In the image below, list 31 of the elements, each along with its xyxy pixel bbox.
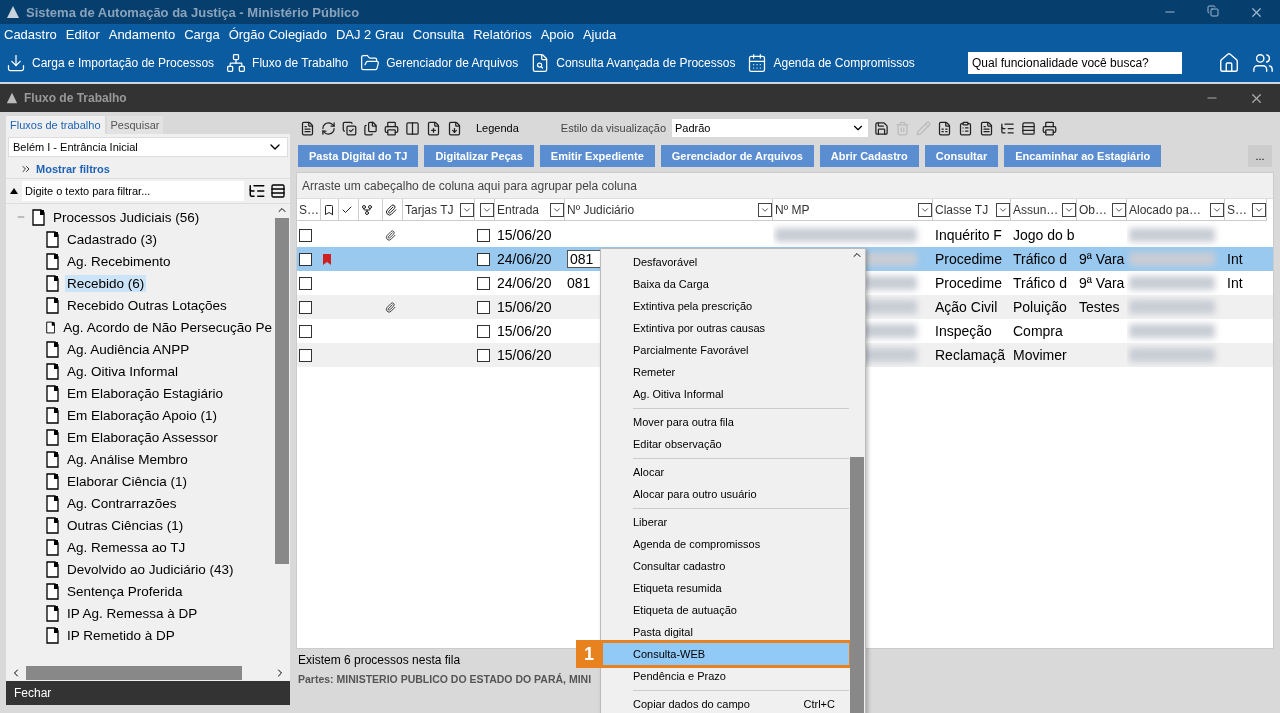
table-cell: Int — [1227, 251, 1243, 267]
table-cell: 24/06/20 — [497, 251, 552, 267]
table-cell: Int — [1227, 275, 1243, 291]
panel-title: Fluxo de Trabalho — [24, 91, 128, 105]
parties-text: Partes: MINISTERIO PUBLICO DO ESTADO DO PARÁ, MINI — [298, 673, 592, 685]
table-cell: 15/06/20 — [497, 347, 552, 363]
table-cell: Testes — [1079, 299, 1120, 315]
table-cell: Procedime — [935, 275, 1002, 291]
table-cell: 15/06/20 — [497, 299, 552, 315]
count-text: Existem 6 processos nesta fila — [298, 653, 461, 667]
table-cell: 081 — [567, 275, 591, 291]
view-style-label: Estilo da visualização — [560, 122, 666, 134]
group-hint: Arraste um cabeçalho de coluna aqui para agrupar pela coluna — [297, 173, 1273, 199]
table-cell: Compra — [1013, 323, 1063, 339]
step-badge: 1 — [576, 640, 602, 668]
table-cell: 15/06/20 — [497, 227, 552, 243]
table-cell: Procedime — [935, 251, 1002, 267]
table-cell: Ação Civil — [935, 299, 998, 315]
table-cell: 24/06/20 — [497, 275, 552, 291]
table-cell: Poluição — [1013, 299, 1067, 315]
table-cell: 9ª Vara — [1079, 251, 1125, 267]
table-cell: Tráfico d — [1013, 251, 1067, 267]
table-cell: Reclamaçã — [935, 347, 1006, 363]
table-cell: Tráfico d — [1013, 275, 1067, 291]
table-cell: Movimer — [1013, 347, 1067, 363]
table-cell: Inspeção — [935, 323, 992, 339]
table-cell: 9ª Vara — [1079, 275, 1125, 291]
window-title: Sistema de Automação da Justiça - Ministério Público — [26, 4, 361, 20]
table-cell: Jogo do b — [1013, 227, 1075, 243]
table-cell: Inquérito F — [935, 227, 1002, 243]
table-cell: 15/06/20 — [497, 323, 552, 339]
